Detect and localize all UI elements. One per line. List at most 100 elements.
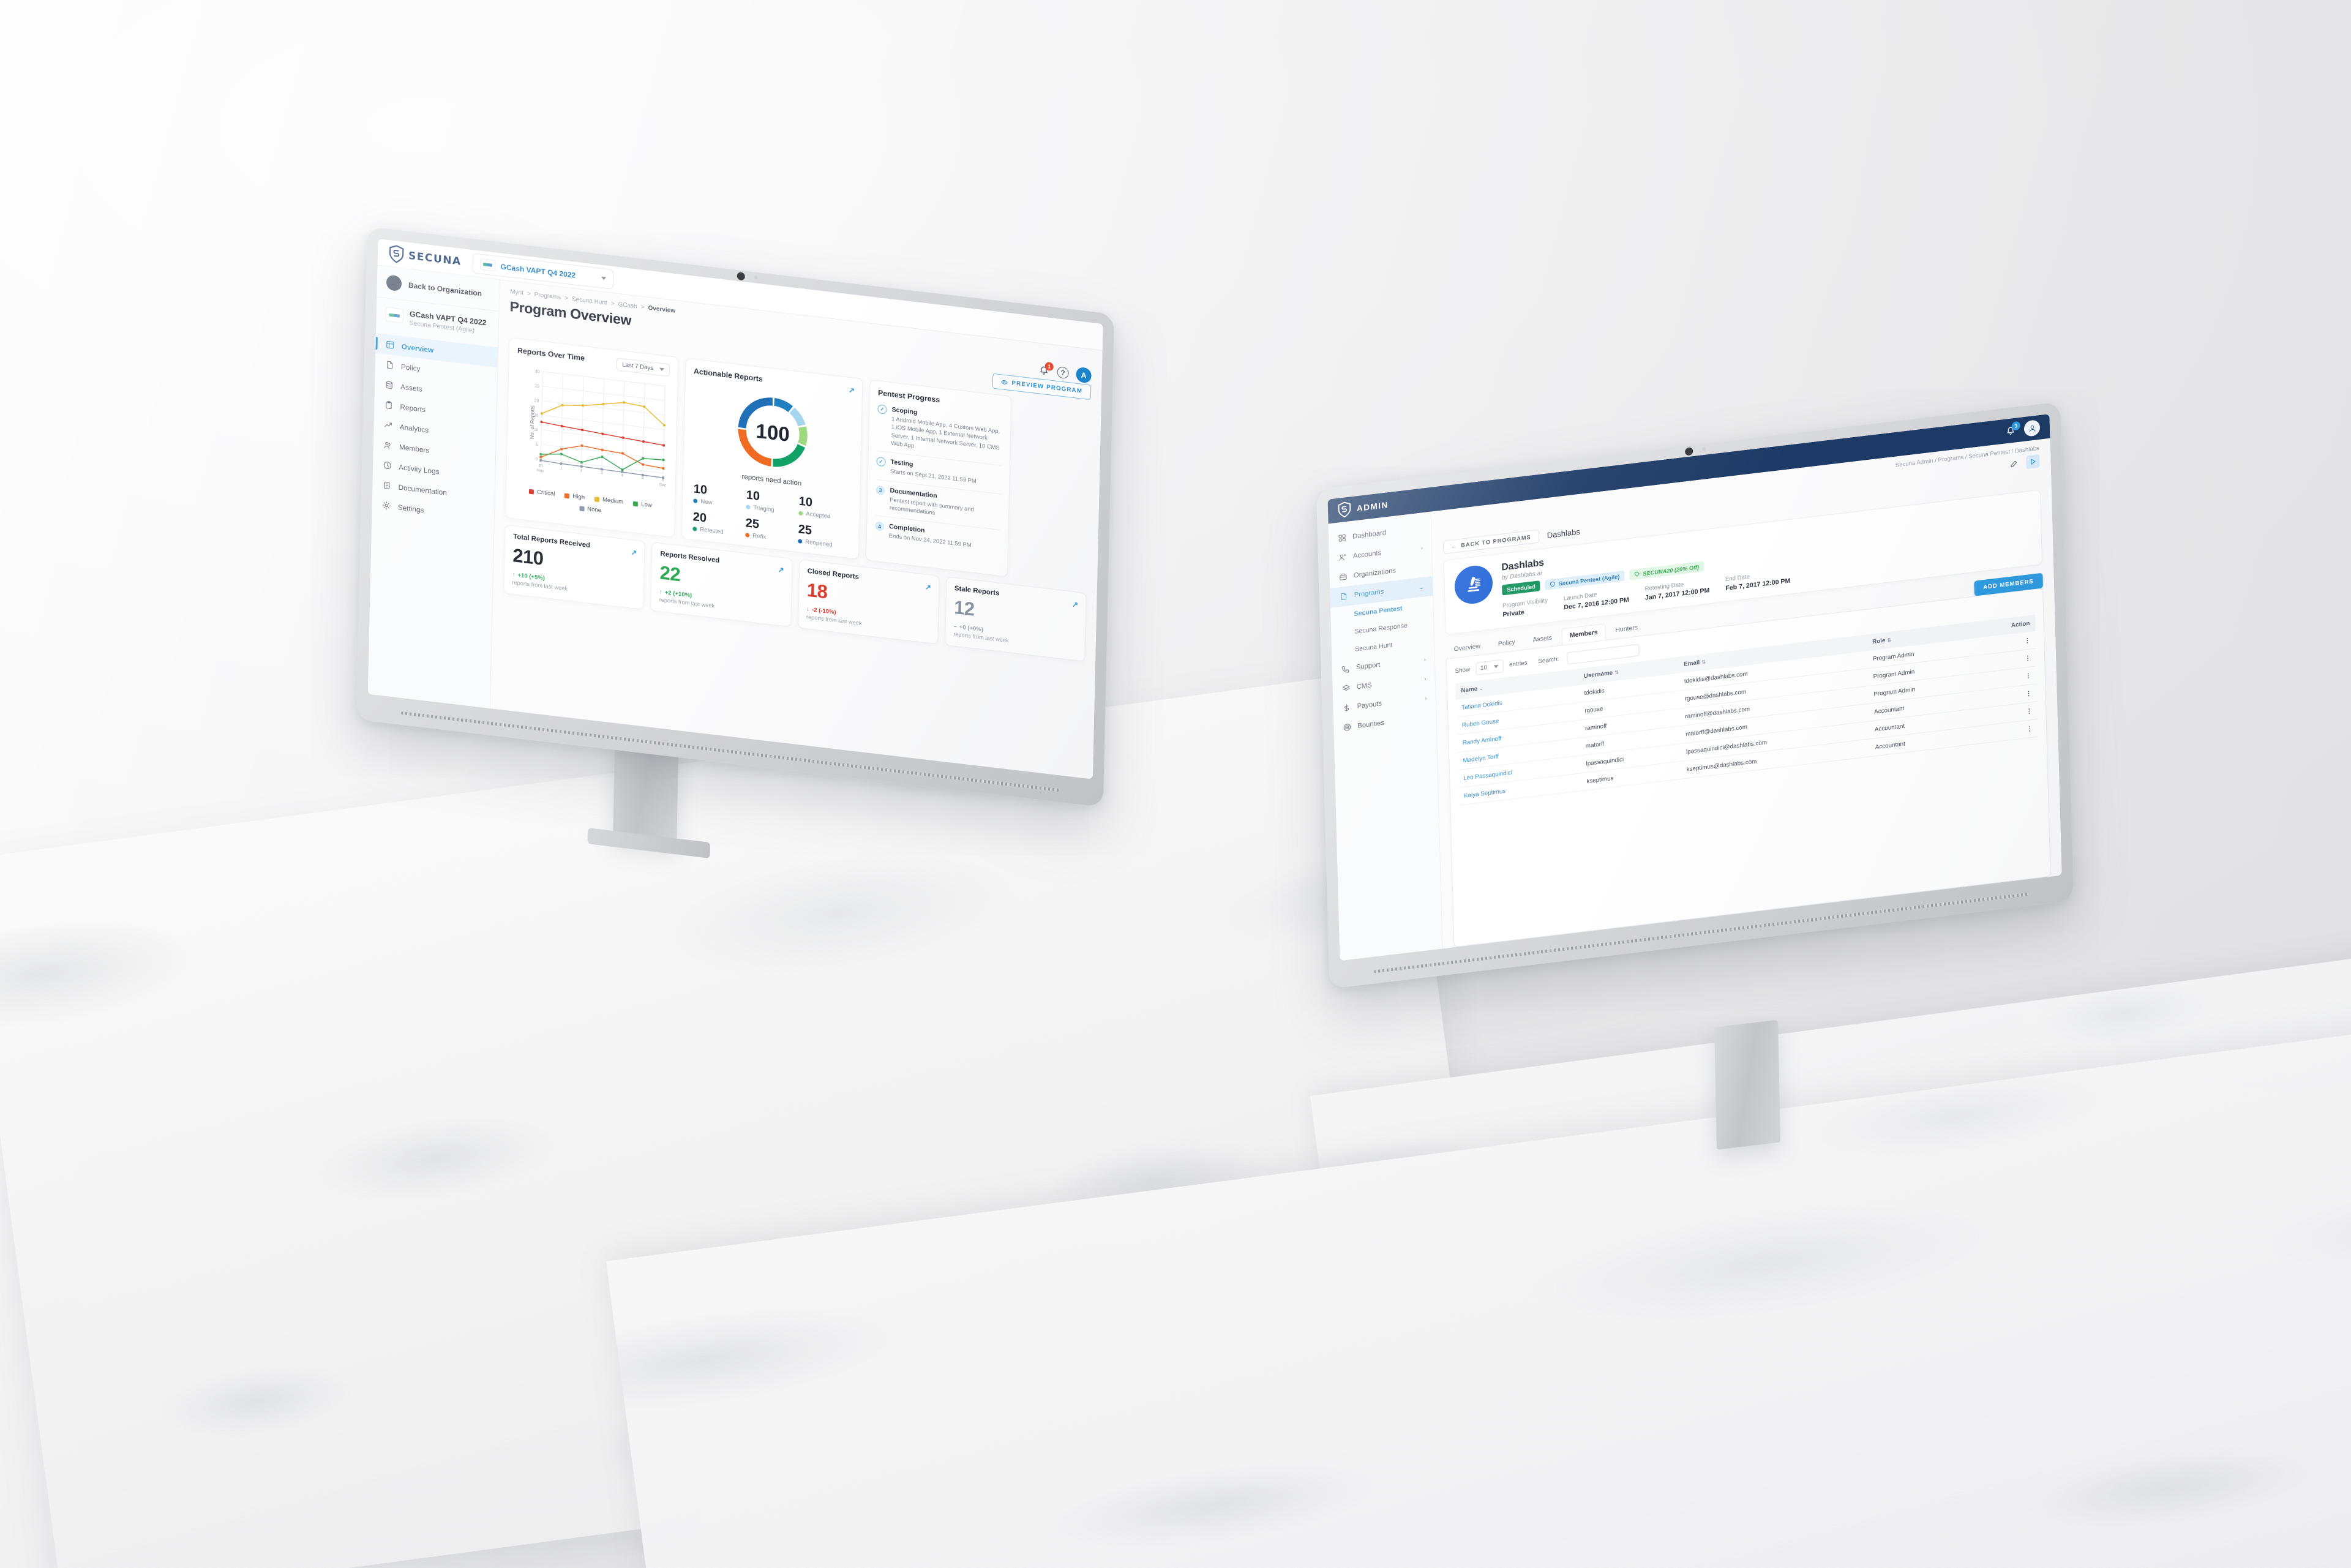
trending-up-icon [384, 422, 392, 427]
legend-swatch [579, 505, 585, 511]
expand-icon[interactable]: ↗ [778, 565, 784, 574]
sort-icon: ⇅ [1614, 669, 1619, 676]
breadcrumb-item[interactable]: Mynt [510, 288, 523, 296]
step-number: 3 [876, 485, 885, 495]
program-logo-thumb [479, 258, 495, 272]
brand-wordmark: SECUNA [408, 249, 462, 268]
date-range-select[interactable]: Last 7 Days [617, 358, 670, 377]
stat-label: New [700, 498, 713, 506]
edit-icon[interactable] [2007, 456, 2021, 471]
clock-icon [382, 460, 392, 471]
actionable-stat-grid: 10 New 10 Triaging 10 Accepted 20 Retested 25 Ref… [690, 482, 852, 550]
chevron-down-icon [659, 367, 665, 372]
sidebar-item-label: Dashboard [1352, 529, 1387, 541]
member-name-link[interactable]: Madelyn Torff [1463, 753, 1499, 764]
stat-dot [692, 526, 697, 531]
legend-label: Medium [602, 496, 624, 506]
question-circle-icon[interactable]: ? [1057, 366, 1069, 380]
sidebar-item-label: Programs [1354, 588, 1384, 599]
layout-icon [386, 341, 394, 349]
actionable-stat: 10 New [693, 482, 744, 509]
svg-text:0: 0 [535, 457, 538, 462]
chevron-right-icon: › [1420, 544, 1423, 552]
member-name-link[interactable]: Leo Passaquindici [1463, 769, 1512, 781]
promo-label: SECUNA20 (20% Off) [1643, 563, 1700, 577]
play-icon[interactable] [2026, 454, 2040, 470]
program-avatar [1454, 563, 1493, 606]
program-meta-item: Program Visibility Private [1502, 598, 1548, 619]
arrow-left-icon: ← [1451, 542, 1458, 550]
program-logo-icon [385, 307, 404, 324]
donut-chart: 100 [738, 397, 808, 467]
trend-arrow-icon: ↓ [806, 606, 810, 613]
program-type-label: Secuna Pentest (Agile) [1558, 573, 1620, 587]
grid-icon [1338, 534, 1346, 542]
line-chart-svg: 05101520253030Nov 123456Dec [534, 370, 667, 488]
check-circle-icon: ✓ [876, 457, 886, 467]
stat-label: Retested [700, 526, 724, 536]
entries-select[interactable]: 10 [1475, 659, 1504, 676]
legend-item[interactable]: Medium [594, 495, 624, 506]
stat-dot [746, 505, 751, 510]
actionable-reports-card: Actionable Reports ↗ 100 reports need ac… [681, 358, 863, 560]
trending-up-icon [383, 420, 393, 431]
member-name-link[interactable]: Randy Aminoff [1463, 735, 1502, 746]
breadcrumb-item[interactable]: Secuna Hunt [572, 296, 607, 307]
webcam-led [1701, 447, 1706, 452]
legend-item[interactable]: High [564, 492, 585, 501]
notification-bell-icon[interactable]: 3 [2005, 421, 2021, 437]
breadcrumb-item[interactable]: Programs [534, 291, 561, 301]
member-name-link[interactable]: Tatiana Dokidis [1461, 699, 1502, 711]
chevron-down-icon [601, 276, 606, 280]
user-plus-icon [1339, 553, 1346, 561]
legend-swatch [528, 489, 534, 495]
sort-icon: ⇅ [1701, 659, 1706, 666]
phone-icon [1341, 664, 1350, 674]
database-icon [385, 381, 392, 389]
expand-icon[interactable]: ↗ [631, 548, 637, 557]
svg-text:5: 5 [536, 443, 538, 447]
search-input[interactable] [1566, 643, 1640, 665]
stat-dot [798, 539, 803, 544]
stat-dot [693, 498, 698, 504]
expand-icon[interactable]: ↗ [1072, 600, 1078, 609]
expand-icon[interactable]: ↗ [849, 386, 855, 395]
avatar[interactable] [2023, 419, 2041, 437]
expand-icon[interactable]: ↗ [925, 582, 931, 591]
member-name-link[interactable]: Kaiya Septimus [1464, 787, 1505, 799]
chevron-right-icon: › [1425, 695, 1427, 702]
chevron-down-icon [1493, 664, 1499, 669]
arrow-left-icon: ← [386, 274, 402, 292]
gear-icon [381, 500, 391, 511]
svg-text:25: 25 [534, 384, 539, 389]
breadcrumb-separator: > [610, 300, 615, 308]
shield-small-icon [1550, 581, 1555, 587]
sidebar-item-label: Payouts [1357, 700, 1382, 711]
date-range-value: Last 7 Days [622, 361, 654, 372]
legend-item[interactable]: Critical [528, 488, 555, 498]
sidebar-item-label: Analytics [399, 422, 429, 435]
notification-bell-icon[interactable]: 1 [1038, 361, 1054, 377]
database-icon [384, 380, 394, 391]
sidebar-item-label: Support [1355, 661, 1381, 672]
kpi-card: Stale Reports ↗ 12– +0 (+0%) reports from la… [944, 576, 1087, 662]
actionable-stat: 25 Reopened [798, 522, 849, 550]
avatar[interactable]: A [1076, 366, 1092, 384]
gear-icon [382, 501, 391, 510]
donut-caption: reports need action [741, 473, 802, 488]
breadcrumb-item[interactable]: GCash [618, 301, 637, 310]
back-to-organization-label: Back to Organization [408, 280, 482, 298]
legend-item[interactable]: None [579, 505, 601, 514]
admin-wordmark: ADMIN [1356, 500, 1389, 513]
sidebar-item-label: Reports [400, 402, 426, 414]
kpi-card: Reports Resolved ↗ 22 ↑ +2 (+10%) reports fro… [650, 542, 793, 628]
member-name-link[interactable]: Ruben Gouse [1462, 718, 1499, 729]
tag-icon [1635, 571, 1640, 577]
legend-item[interactable]: Low [633, 500, 652, 509]
target-icon [1342, 722, 1351, 733]
sidebar-item-label: Activity Logs [399, 462, 440, 476]
webcam-led [754, 276, 758, 280]
sort-icon: ⌄ [1479, 685, 1483, 692]
microscope-icon [1468, 577, 1480, 592]
trend-arrow-icon: ↑ [659, 588, 662, 596]
